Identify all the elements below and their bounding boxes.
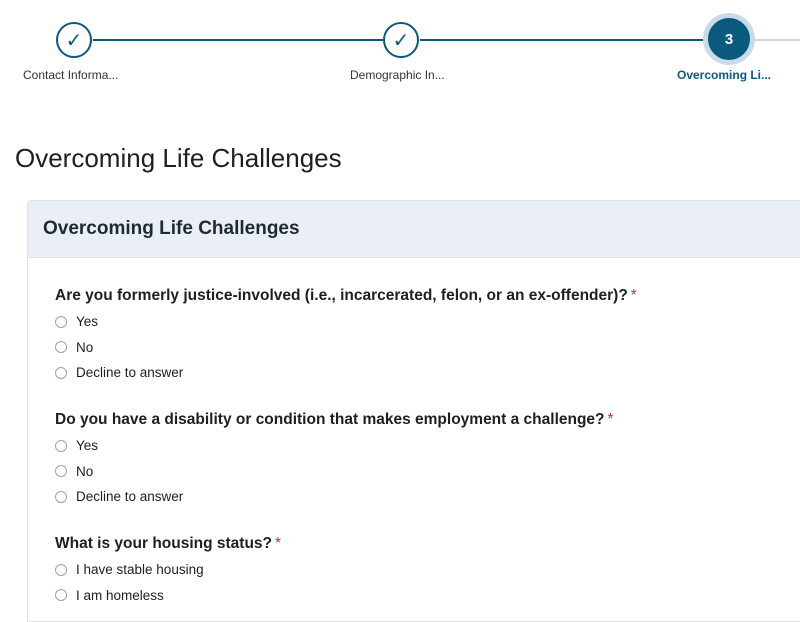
question-justice-involved: Are you formerly justice-involved (i.e.,…: [55, 287, 637, 386]
radio-option-decline[interactable]: Decline to answer: [55, 484, 614, 510]
radio-option-stable-housing[interactable]: I have stable housing: [55, 557, 281, 583]
step-3-number[interactable]: 3: [708, 18, 750, 60]
question-text: Are you formerly justice-involved (i.e.,…: [55, 287, 628, 304]
step-1-label[interactable]: Contact Informa...: [23, 68, 118, 82]
radio-option-yes[interactable]: Yes: [55, 309, 637, 335]
radio-option-decline[interactable]: Decline to answer: [55, 360, 637, 386]
question-label: Do you have a disability or condition th…: [55, 411, 614, 429]
required-marker: *: [275, 535, 282, 552]
radio-button[interactable]: [55, 439, 67, 452]
option-label[interactable]: Yes: [76, 438, 98, 453]
radio-option-homeless[interactable]: I am homeless: [55, 583, 281, 609]
required-marker: *: [630, 287, 637, 304]
radio-button[interactable]: [55, 490, 67, 503]
question-disability: Do you have a disability or condition th…: [55, 411, 614, 510]
step-2-check-icon[interactable]: ✓: [383, 22, 419, 58]
step-connector: [751, 39, 800, 41]
option-label[interactable]: Decline to answer: [76, 489, 183, 504]
step-3-label[interactable]: Overcoming Li...: [677, 68, 771, 82]
question-label: Are you formerly justice-involved (i.e.,…: [55, 287, 637, 305]
question-text: What is your housing status?: [55, 535, 273, 552]
option-label[interactable]: I am homeless: [76, 588, 164, 603]
step-1-check-icon[interactable]: ✓: [56, 22, 92, 58]
step-2-label[interactable]: Demographic In...: [350, 68, 445, 82]
step-connector: [93, 39, 383, 41]
radio-button[interactable]: [55, 465, 67, 478]
step-connector: [420, 39, 707, 41]
option-label[interactable]: No: [76, 340, 93, 355]
radio-button[interactable]: [55, 589, 67, 602]
page-title: Overcoming Life Challenges: [15, 143, 342, 173]
option-label[interactable]: Yes: [76, 314, 98, 329]
radio-button[interactable]: [55, 366, 67, 379]
question-text: Do you have a disability or condition th…: [55, 411, 605, 428]
card-header: Overcoming Life Challenges: [28, 201, 800, 258]
option-label[interactable]: I have stable housing: [76, 562, 204, 577]
option-label[interactable]: No: [76, 464, 93, 479]
question-label: What is your housing status? *: [55, 535, 281, 553]
radio-option-yes[interactable]: Yes: [55, 433, 614, 459]
progress-stepper: ✓ Contact Informa... ✓ Demographic In...…: [0, 0, 800, 100]
question-card: Overcoming Life Challenges Are you forme…: [27, 200, 800, 622]
radio-option-no[interactable]: No: [55, 335, 637, 361]
radio-option-no[interactable]: No: [55, 459, 614, 485]
question-housing-status: What is your housing status? * I have sta…: [55, 535, 281, 608]
radio-button[interactable]: [55, 563, 67, 576]
required-marker: *: [607, 411, 614, 428]
radio-button[interactable]: [55, 315, 67, 328]
radio-button[interactable]: [55, 341, 67, 354]
option-label[interactable]: Decline to answer: [76, 365, 183, 380]
